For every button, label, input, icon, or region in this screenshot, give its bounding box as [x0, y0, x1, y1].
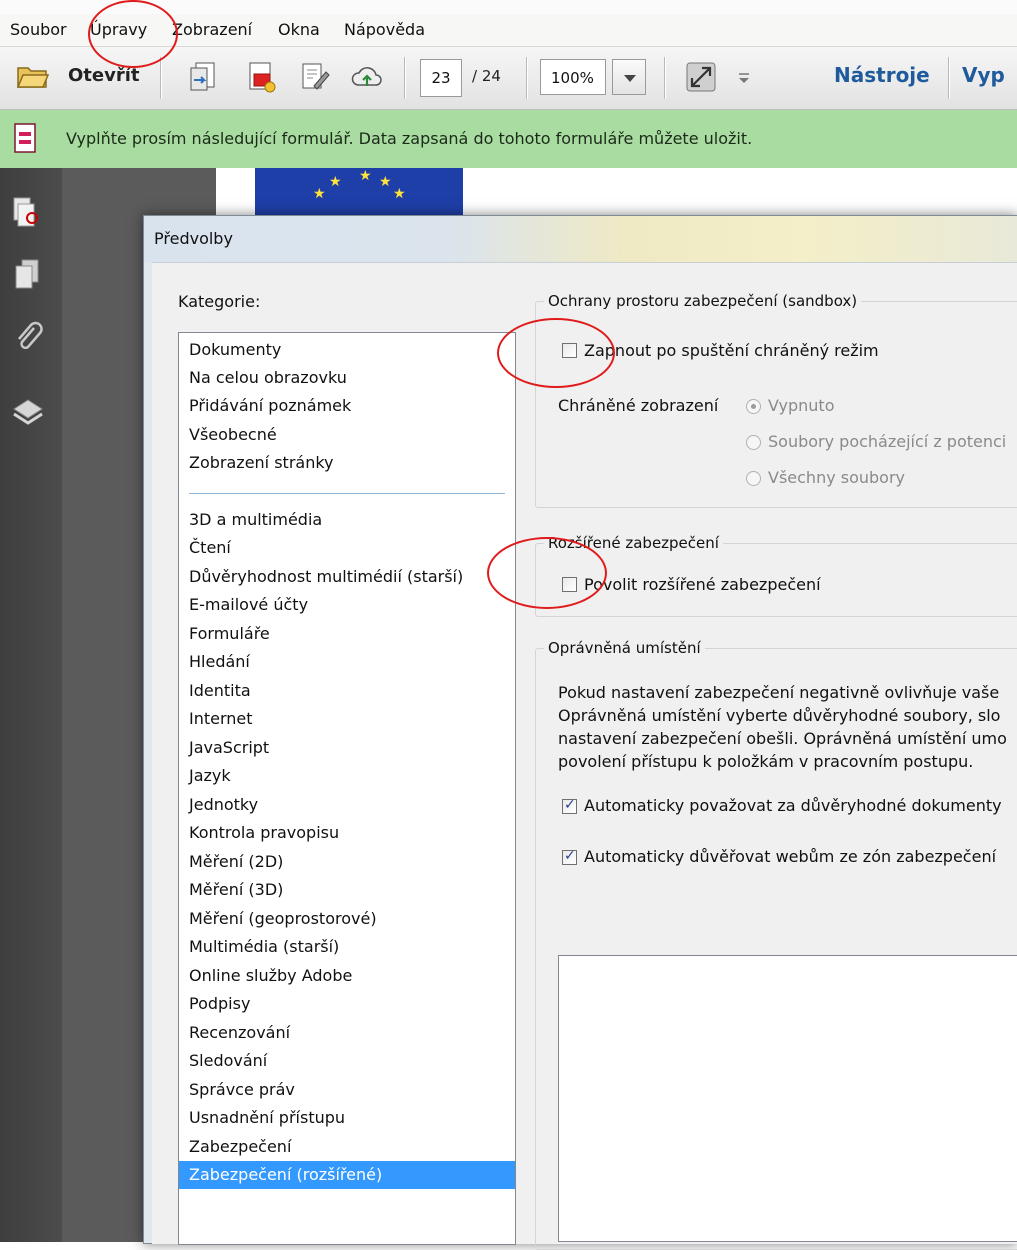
category-divider: [189, 493, 505, 494]
category-item[interactable]: Usnadnění přístupu: [179, 1104, 515, 1132]
privileged-desc-line: Pokud nastavení zabezpečení negativně ov…: [558, 683, 1000, 702]
folder-open-icon[interactable]: [16, 60, 50, 94]
category-item[interactable]: Podpisy: [179, 990, 515, 1018]
annotation-circle: [88, 0, 178, 68]
protected-mode-label[interactable]: Zapnout po spuštění chráněný režim: [584, 341, 879, 360]
privileged-locations-group-title: Oprávněná umístění: [544, 639, 705, 657]
category-item[interactable]: Měření (2D): [179, 848, 515, 876]
category-item[interactable]: Přidávání poznámek: [179, 392, 515, 420]
category-item[interactable]: Formuláře: [179, 620, 515, 648]
category-item[interactable]: Na celou obrazovku: [179, 364, 515, 392]
pages-icon[interactable]: [10, 256, 46, 292]
form-icon: [14, 123, 36, 153]
zoom-input[interactable]: 100%: [540, 59, 606, 95]
category-item[interactable]: Multimédia (starší): [179, 933, 515, 961]
category-item[interactable]: Všeobecné: [179, 421, 515, 449]
protected-view-off-label[interactable]: Vypnuto: [768, 396, 834, 415]
form-notice-text: Vyplňte prosím následující formulář. Dat…: [66, 129, 753, 148]
category-item[interactable]: Internet: [179, 705, 515, 733]
category-item[interactable]: Kontrola pravopisu: [179, 819, 515, 847]
category-item[interactable]: Recenzování: [179, 1019, 515, 1047]
category-item[interactable]: JavaScript: [179, 734, 515, 762]
privileged-desc-line: Oprávněná umístění vyberte důvěryhodné s…: [558, 706, 1001, 725]
page-number-input[interactable]: 23: [420, 59, 462, 97]
category-item[interactable]: Zabezpečení: [179, 1133, 515, 1161]
toolbar-separator: [526, 57, 528, 99]
form-notice-bar: Vyplňte prosím následující formulář. Dat…: [0, 110, 1017, 169]
category-item[interactable]: E-mailové účty: [179, 591, 515, 619]
category-item[interactable]: Hledání: [179, 648, 515, 676]
category-item[interactable]: Identita: [179, 677, 515, 705]
category-item[interactable]: Čtení: [179, 534, 515, 562]
menu-view[interactable]: Zobrazení: [172, 20, 252, 39]
toolbar-separator: [404, 57, 406, 99]
protected-view-all-files-radio[interactable]: [746, 471, 761, 486]
auto-trust-documents-checkbox[interactable]: [562, 797, 577, 814]
toolbar-separator: [664, 57, 666, 99]
navigation-pane: [0, 168, 62, 1242]
category-item[interactable]: Dokumenty: [179, 336, 515, 364]
category-item[interactable]: Jednotky: [179, 791, 515, 819]
category-item[interactable]: Online služby Adobe: [179, 962, 515, 990]
toolbar-separator: [948, 57, 950, 99]
category-item[interactable]: Důvěryhodnost multimédií (starší): [179, 563, 515, 591]
zoom-dropdown-button[interactable]: [612, 59, 646, 95]
protected-view-all-files-label[interactable]: Všechny soubory: [768, 468, 905, 487]
page-thumbnails-icon[interactable]: [10, 194, 46, 230]
protected-view-potentially-unsafe-label[interactable]: Soubory pocházející z potenci: [768, 432, 1006, 451]
category-item[interactable]: Měření (3D): [179, 876, 515, 904]
tools-pane-button[interactable]: Nástroje: [834, 63, 930, 87]
cloud-upload-icon[interactable]: [350, 60, 384, 94]
category-item[interactable]: Sledování: [179, 1047, 515, 1075]
create-pdf-icon[interactable]: [244, 60, 278, 94]
category-item[interactable]: 3D a multimédia: [179, 506, 515, 534]
auto-trust-documents-label[interactable]: Automaticky považovat za důvěryhodné dok…: [584, 796, 1002, 815]
page-total: / 24: [472, 67, 501, 85]
menu-window[interactable]: Okna: [278, 20, 320, 39]
privileged-desc-line: povolení přístupu k položkám v pracovním…: [558, 752, 974, 771]
enhanced-security-label[interactable]: Povolit rozšířené zabezpečení: [584, 575, 821, 594]
auto-trust-sites-checkbox[interactable]: [562, 848, 577, 865]
edit-pdf-icon[interactable]: [298, 60, 332, 94]
fullscreen-icon[interactable]: [684, 60, 718, 94]
open-button[interactable]: Otevřít: [68, 65, 140, 86]
protected-view-potentially-unsafe-radio[interactable]: [746, 435, 761, 450]
menu-file[interactable]: Soubor: [10, 20, 67, 39]
privileged-locations-list[interactable]: [558, 955, 1017, 1242]
annotation-circle: [487, 537, 607, 609]
dialog-title: Předvolby: [154, 229, 233, 248]
toolbar-separator: [160, 57, 162, 99]
category-label: Kategorie:: [178, 292, 261, 311]
privileged-desc-line: nastavení zabezpečení obešli. Oprávněná …: [558, 729, 1007, 748]
category-item-selected[interactable]: Zabezpečení (rozšířené): [179, 1161, 515, 1189]
category-item[interactable]: Jazyk: [179, 762, 515, 790]
protected-view-off-radio[interactable]: [746, 399, 761, 414]
attachments-icon[interactable]: [10, 320, 46, 356]
category-item[interactable]: Správce práv: [179, 1076, 515, 1104]
auto-trust-sites-label[interactable]: Automaticky důvěřovat webům ze zón zabez…: [584, 847, 996, 866]
menu-help[interactable]: Nápověda: [344, 20, 425, 39]
sandbox-group-title: Ochrany prostoru zabezpečení (sandbox): [544, 292, 862, 310]
category-item[interactable]: Měření (geoprostorové): [179, 905, 515, 933]
category-list[interactable]: Dokumenty Na celou obrazovku Přidávání p…: [178, 332, 516, 1245]
annotation-circle: [497, 318, 615, 388]
combine-files-icon[interactable]: [186, 60, 220, 94]
fill-sign-pane-button[interactable]: Vyp: [962, 63, 1005, 87]
toolbar-overflow-icon[interactable]: [734, 60, 754, 94]
protected-view-label: Chráněné zobrazení: [558, 396, 719, 415]
layers-icon[interactable]: [10, 394, 46, 430]
category-item[interactable]: Zobrazení stránky: [179, 449, 515, 477]
dialog-title-bar[interactable]: Předvolby: [144, 216, 1017, 262]
